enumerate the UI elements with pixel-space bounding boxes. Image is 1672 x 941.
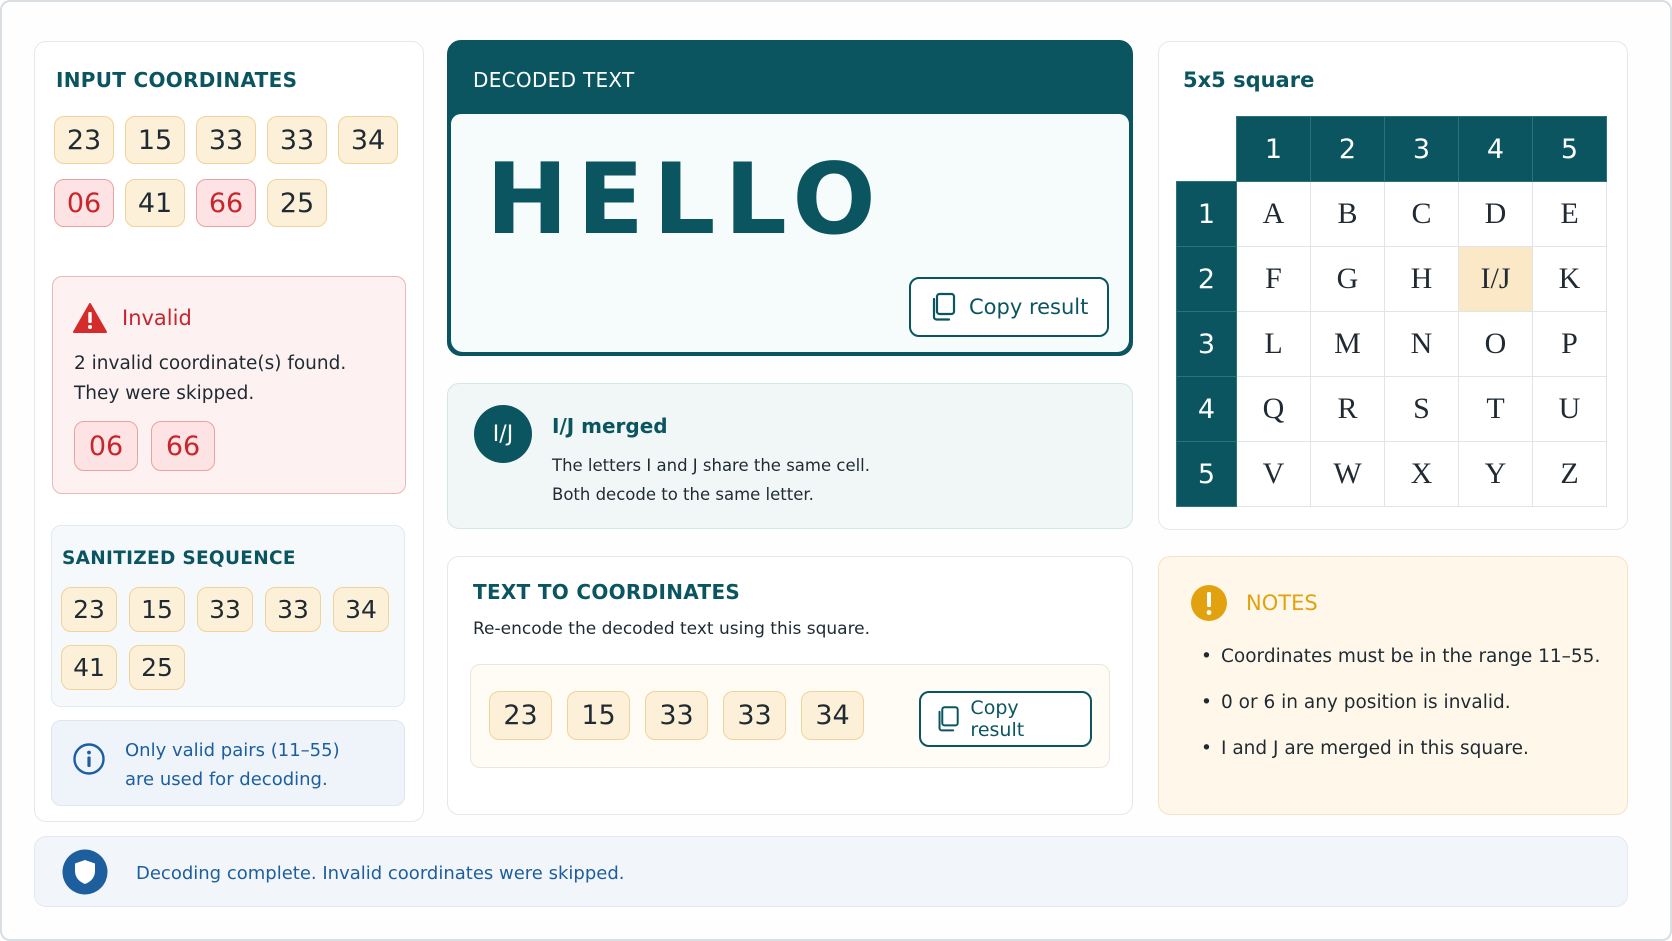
col-header: 5 — [1532, 116, 1607, 182]
note-item: 0 or 6 in any position is invalid. — [1201, 692, 1511, 713]
copy-coordinates-button[interactable]: Copy result — [919, 691, 1092, 747]
invalid-line-2: They were skipped. — [74, 383, 255, 404]
note-item: I and J are merged in this square. — [1201, 738, 1529, 759]
decoded-title: DECODED TEXT — [473, 68, 635, 92]
invalid-line-1: 2 invalid coordinate(s) found. — [74, 353, 347, 374]
invalid-code-chip[interactable]: 06 — [74, 421, 138, 471]
square-cell[interactable]: U — [1532, 376, 1607, 442]
col-header: 1 — [1236, 116, 1311, 182]
warning-triangle-icon — [73, 303, 107, 333]
square-cell[interactable]: Q — [1236, 376, 1311, 442]
square-cell[interactable]: Y — [1458, 441, 1533, 507]
sanitized-chip[interactable]: 33 — [197, 587, 253, 632]
square-cell[interactable]: C — [1384, 181, 1459, 247]
square-cell[interactable]: E — [1532, 181, 1607, 247]
invalid-title: Invalid — [122, 306, 192, 330]
note-item: Coordinates must be in the range 11–55. — [1201, 646, 1600, 667]
t2c-chip[interactable]: 33 — [723, 691, 786, 740]
ij-badge: I/J — [474, 405, 532, 463]
sanitized-chip[interactable]: 23 — [61, 587, 117, 632]
input-chip[interactable]: 25 — [267, 179, 327, 227]
t2c-chip[interactable]: 23 — [489, 691, 552, 740]
col-header: 4 — [1458, 116, 1533, 182]
square-cell[interactable]: F — [1236, 246, 1311, 312]
input-chip-invalid[interactable]: 06 — [54, 179, 114, 227]
invalid-codes: 06 66 — [74, 421, 215, 471]
input-row-1: 23 15 33 33 34 — [54, 116, 398, 164]
merge-title: I/J merged — [552, 414, 668, 438]
row-header: 1 — [1176, 181, 1237, 247]
t2c-chip[interactable]: 34 — [801, 691, 864, 740]
col-header: 2 — [1310, 116, 1385, 182]
copy-decoded-label: Copy result — [969, 295, 1089, 319]
square-cell[interactable]: R — [1310, 376, 1385, 442]
t2c-chip[interactable]: 33 — [645, 691, 708, 740]
input-chip[interactable]: 33 — [196, 116, 256, 164]
square-cell[interactable]: A — [1236, 181, 1311, 247]
input-coordinates-title: INPUT COORDINATES — [56, 68, 298, 92]
t2c-codes: 23 15 33 33 34 — [489, 691, 864, 740]
col-header: 3 — [1384, 116, 1459, 182]
notes-panel — [1158, 556, 1628, 815]
square-cell[interactable]: B — [1310, 181, 1385, 247]
square-cell[interactable]: K — [1532, 246, 1607, 312]
merge-line-1: The letters I and J share the same cell. — [552, 456, 871, 475]
sanitized-chip[interactable]: 15 — [129, 587, 185, 632]
row-header: 5 — [1176, 441, 1237, 507]
input-chip[interactable]: 15 — [125, 116, 185, 164]
input-chip[interactable]: 41 — [125, 179, 185, 227]
copy-icon — [938, 706, 959, 732]
square-cell[interactable]: Z — [1532, 441, 1607, 507]
square-cell[interactable]: O — [1458, 311, 1533, 377]
merge-line-2: Both decode to the same letter. — [552, 485, 814, 504]
square-title: 5x5 square — [1183, 68, 1315, 92]
exclamation-icon — [1191, 585, 1227, 621]
square-cell[interactable]: M — [1310, 311, 1385, 377]
decoded-text-output: HELLO — [486, 143, 885, 257]
sanitized-title: SANITIZED SEQUENCE — [62, 548, 296, 569]
shield-icon — [62, 849, 108, 895]
row-header: 3 — [1176, 311, 1237, 377]
square-cell[interactable]: D — [1458, 181, 1533, 247]
square-corner — [1177, 117, 1237, 182]
copy-icon — [932, 292, 956, 321]
input-chip[interactable]: 34 — [338, 116, 398, 164]
sanitized-row-2: 41 25 — [61, 645, 185, 690]
polybius-square: 1 2 3 4 5 1 A B C D E 2 F G H I/J K 3 L … — [1176, 116, 1607, 507]
copy-decoded-button[interactable]: Copy result — [909, 277, 1109, 337]
input-row-2: 06 41 66 25 — [54, 179, 327, 227]
input-chip[interactable]: 23 — [54, 116, 114, 164]
square-cell[interactable]: N — [1384, 311, 1459, 377]
sanitized-row-1: 23 15 33 33 34 — [61, 587, 389, 632]
info-line-2: are used for decoding. — [125, 769, 328, 790]
copy-coordinates-label: Copy result — [970, 697, 1025, 741]
square-cell[interactable]: S — [1384, 376, 1459, 442]
sanitized-chip[interactable]: 34 — [333, 587, 389, 632]
t2c-chip[interactable]: 15 — [567, 691, 630, 740]
square-cell[interactable]: L — [1236, 311, 1311, 377]
square-cell[interactable]: W — [1310, 441, 1385, 507]
status-message: Decoding complete. Invalid coordinates w… — [136, 863, 625, 884]
square-cell[interactable]: X — [1384, 441, 1459, 507]
info-icon — [73, 743, 105, 775]
input-chip-invalid[interactable]: 66 — [196, 179, 256, 227]
square-cell[interactable]: V — [1236, 441, 1311, 507]
notes-title: NOTES — [1246, 591, 1318, 615]
square-cell-highlighted[interactable]: I/J — [1458, 246, 1533, 312]
row-header: 4 — [1176, 376, 1237, 442]
invalid-code-chip[interactable]: 66 — [151, 421, 215, 471]
t2c-title: TEXT TO COORDINATES — [473, 580, 741, 604]
t2c-subtitle: Re-encode the decoded text using this sq… — [473, 619, 871, 639]
info-line-1: Only valid pairs (11–55) — [125, 740, 340, 761]
sanitized-chip[interactable]: 33 — [265, 587, 321, 632]
sanitized-chip[interactable]: 25 — [129, 645, 185, 690]
square-cell[interactable]: T — [1458, 376, 1533, 442]
sanitized-chip[interactable]: 41 — [61, 645, 117, 690]
square-cell[interactable]: H — [1384, 246, 1459, 312]
row-header: 2 — [1176, 246, 1237, 312]
square-cell[interactable]: G — [1310, 246, 1385, 312]
square-cell[interactable]: P — [1532, 311, 1607, 377]
input-chip[interactable]: 33 — [267, 116, 327, 164]
